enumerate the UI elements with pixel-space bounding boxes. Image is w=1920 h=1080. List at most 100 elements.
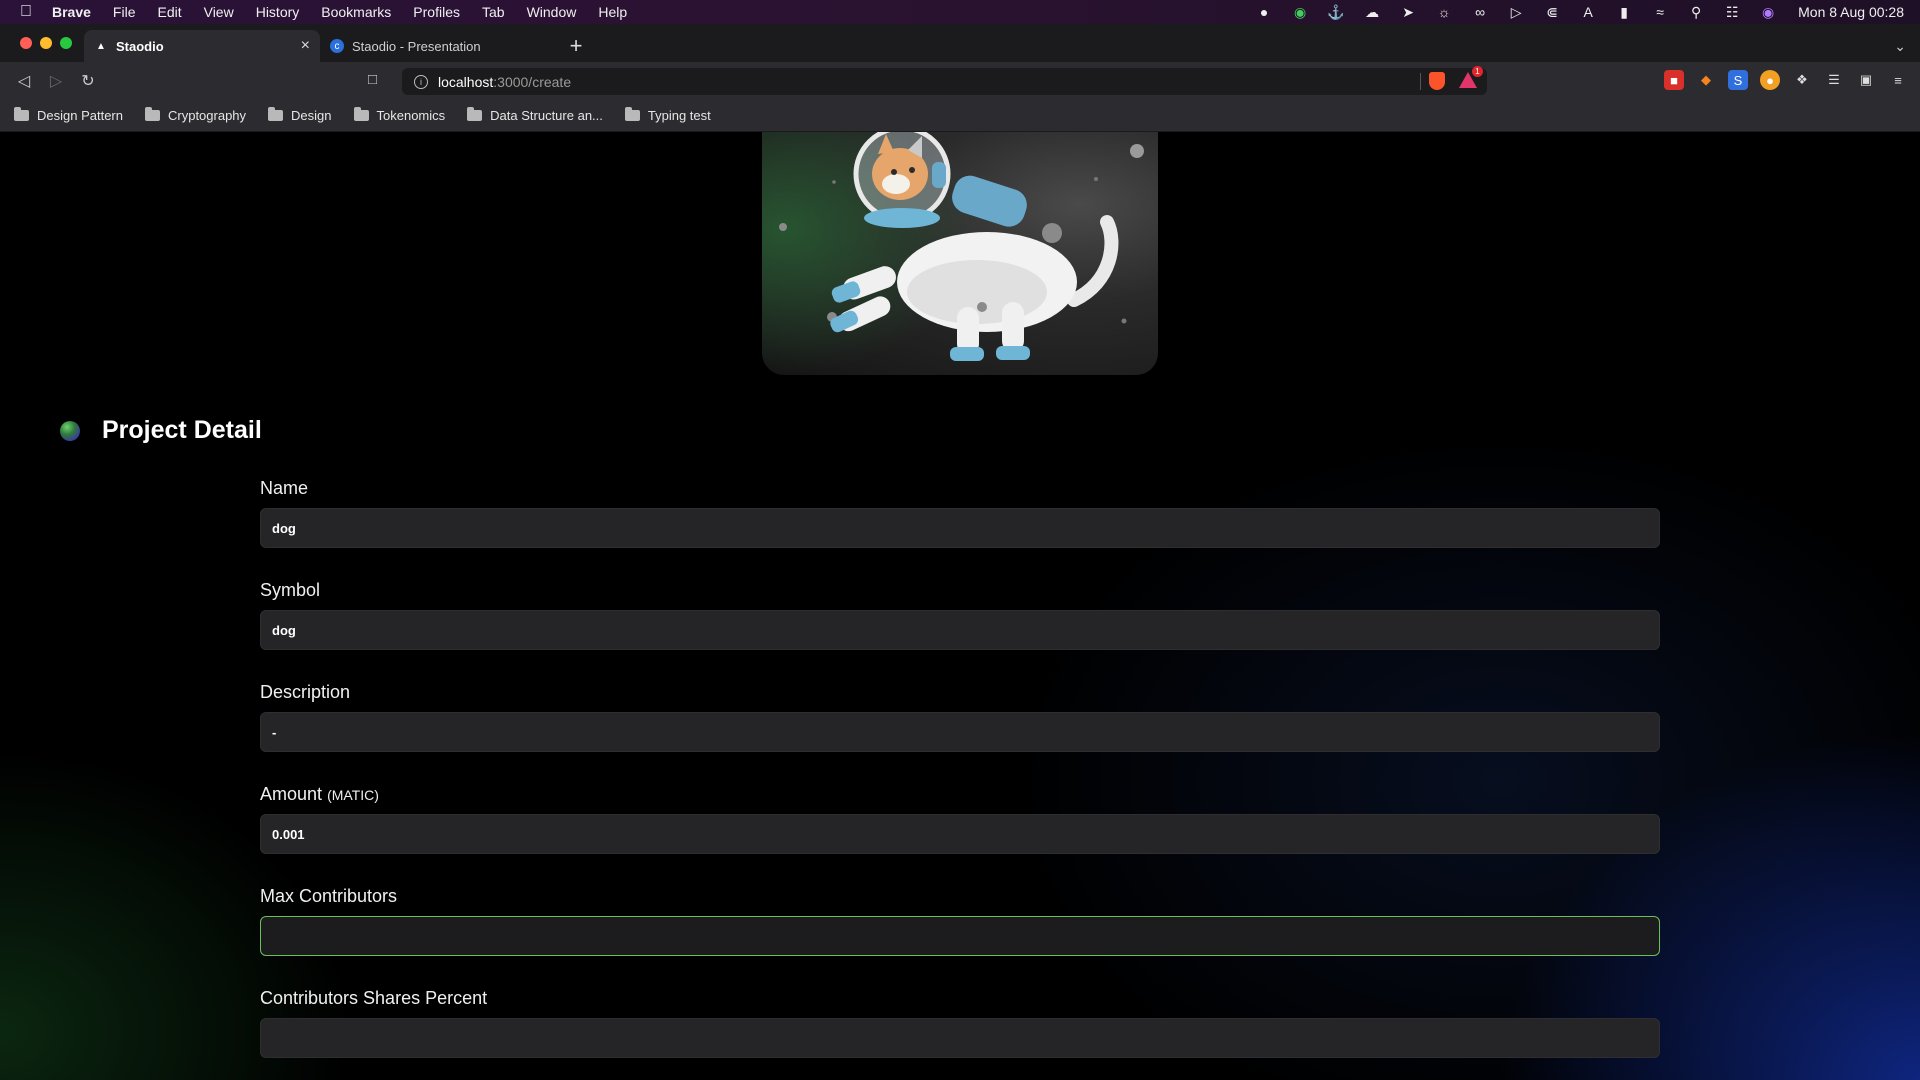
max-contributors-input[interactable] bbox=[260, 916, 1660, 956]
hero-image bbox=[762, 132, 1158, 375]
bookmark-folder[interactable]: Data Structure an... bbox=[467, 107, 603, 123]
airdrop-icon[interactable]: ⋐ bbox=[1534, 4, 1570, 21]
bookmark-folder[interactable]: Cryptography bbox=[145, 107, 247, 123]
url-host: localhost bbox=[438, 73, 494, 90]
contributors-shares-label: Contributors Shares Percent bbox=[260, 988, 488, 1008]
rewards-badge: 1 bbox=[1472, 66, 1483, 77]
page-title: Project Detail bbox=[102, 416, 262, 444]
extensions-area: ■ ◆ S ● ❖ ☰ ▣ ≡ bbox=[1664, 70, 1908, 90]
telegram-icon[interactable]: ➤ bbox=[1390, 4, 1426, 21]
section-header: Project Detail bbox=[60, 416, 262, 445]
folder-icon bbox=[467, 107, 483, 121]
bookmark-label: Design Pattern bbox=[37, 108, 123, 123]
amount-field-group: Amount (MATIC) bbox=[260, 784, 1660, 854]
menu-view[interactable]: View bbox=[193, 4, 245, 20]
window-controls bbox=[0, 24, 84, 62]
extensions-puzzle-icon[interactable]: ❖ bbox=[1792, 70, 1812, 90]
minimize-window-button[interactable] bbox=[40, 37, 52, 49]
name-input[interactable] bbox=[260, 508, 1660, 548]
folder-icon bbox=[624, 107, 640, 121]
bookmark-label: Typing test bbox=[647, 108, 711, 123]
name-field-group: Name bbox=[260, 478, 1660, 548]
triangle-favicon-icon: ▲ bbox=[96, 40, 106, 52]
menu-file[interactable]: File bbox=[102, 4, 147, 20]
bookmark-label: Design bbox=[291, 108, 332, 123]
address-bar[interactable]: i localhost:3000/create 1 bbox=[402, 66, 1487, 95]
docker-icon[interactable]: ⚓ bbox=[1318, 4, 1354, 21]
bookmark-folder[interactable]: Design bbox=[268, 107, 332, 123]
amount-input[interactable] bbox=[260, 814, 1660, 854]
input-source-icon[interactable]: A bbox=[1570, 4, 1606, 20]
page-content: Project Detail Name Symbol Description A… bbox=[0, 132, 1920, 1080]
astronaut-cat-illustration bbox=[779, 132, 1144, 361]
macos-menu-bar:  Brave File Edit View History Bookmarks… bbox=[0, 0, 1920, 24]
menu-tab[interactable]: Tab bbox=[471, 4, 516, 20]
play-icon[interactable]: ▷ bbox=[1498, 4, 1534, 21]
wifi-icon[interactable]: ≈ bbox=[1642, 4, 1678, 20]
browser-toolbar: ◁ ▷ ↻ □ i localhost:3000/create 1 ■ ◆ S … bbox=[0, 62, 1920, 100]
reload-icon[interactable]: ↻ bbox=[72, 71, 104, 91]
bookmark-label: Cryptography bbox=[168, 108, 247, 123]
status-icons: ● ◉ ⚓ ☁ ➤ ☼ ∞ ▷ ⋐ A ▮ ≈ ⚲ ☷ ◉ Mon 8 Aug … bbox=[1246, 4, 1920, 21]
bookmark-folder[interactable]: Tokenomics bbox=[353, 107, 446, 123]
site-info-icon[interactable]: i bbox=[414, 74, 428, 89]
apple-icon[interactable]:  bbox=[0, 3, 52, 21]
tab-title: Staodio bbox=[116, 38, 164, 54]
tab-staodio[interactable]: ▲ Staodio × bbox=[84, 30, 320, 62]
bookmark-label: Data Structure an... bbox=[490, 108, 603, 123]
spotlight-icon[interactable]: ⚲ bbox=[1678, 4, 1714, 21]
back-icon[interactable]: ◁ bbox=[8, 71, 40, 91]
creative-cloud-icon[interactable]: ∞ bbox=[1462, 4, 1498, 20]
line-app-icon[interactable]: ◉ bbox=[1282, 4, 1318, 21]
description-input[interactable] bbox=[260, 712, 1660, 752]
brightness-icon[interactable]: ☼ bbox=[1426, 4, 1462, 20]
menu-app-name[interactable]: Brave bbox=[52, 4, 102, 20]
address-divider bbox=[1420, 73, 1421, 90]
project-orb-icon bbox=[60, 420, 80, 441]
presentation-favicon-icon: c bbox=[330, 39, 344, 53]
tab-title: Staodio - Presentation bbox=[352, 38, 481, 54]
menu-history[interactable]: History bbox=[245, 4, 311, 20]
max-contributors-field-group: Max Contributors bbox=[260, 886, 1660, 956]
close-tab-icon[interactable]: × bbox=[301, 37, 310, 55]
description-field-group: Description bbox=[260, 682, 1660, 752]
playlist-icon[interactable]: ☰ bbox=[1824, 70, 1844, 90]
menu-bookmarks[interactable]: Bookmarks bbox=[310, 4, 402, 20]
bookmark-icon[interactable]: □ bbox=[368, 71, 377, 88]
siri-icon[interactable]: ◉ bbox=[1750, 4, 1786, 21]
menu-profiles[interactable]: Profiles bbox=[402, 4, 471, 20]
symbol-input[interactable] bbox=[260, 610, 1660, 650]
bookmark-folder[interactable]: Typing test bbox=[624, 107, 711, 123]
record-icon[interactable]: ● bbox=[1246, 4, 1282, 20]
hamburger-menu-icon[interactable]: ≡ bbox=[1888, 70, 1908, 90]
forward-icon[interactable]: ▷ bbox=[40, 71, 72, 91]
menu-clock[interactable]: Mon 8 Aug 00:28 bbox=[1786, 4, 1904, 20]
zoom-window-button[interactable] bbox=[60, 37, 72, 49]
description-label: Description bbox=[260, 682, 351, 702]
extension-red-icon[interactable]: ■ bbox=[1664, 70, 1684, 90]
amount-label: Amount (MATIC) bbox=[260, 784, 379, 804]
menu-help[interactable]: Help bbox=[587, 4, 638, 20]
metamask-icon[interactable]: ◆ bbox=[1696, 70, 1716, 90]
cloud-icon[interactable]: ☁ bbox=[1354, 4, 1390, 21]
new-tab-button[interactable]: + bbox=[556, 30, 596, 62]
close-window-button[interactable] bbox=[20, 37, 32, 49]
address-area: □ i localhost:3000/create 1 bbox=[368, 66, 1487, 95]
brave-shields-icon[interactable] bbox=[1429, 72, 1445, 90]
contributors-shares-field-group: Contributors Shares Percent bbox=[260, 988, 1660, 1058]
control-center-icon[interactable]: ☷ bbox=[1714, 4, 1750, 21]
bookmark-label: Tokenomics bbox=[376, 108, 446, 123]
tab-list-chevron-icon[interactable]: ⌄ bbox=[1894, 30, 1906, 62]
extension-coin-icon[interactable]: ● bbox=[1760, 70, 1780, 90]
symbol-label: Symbol bbox=[260, 580, 321, 600]
bookmarks-bar: Design Pattern Cryptography Design Token… bbox=[0, 100, 1920, 132]
menu-edit[interactable]: Edit bbox=[146, 4, 192, 20]
extension-s-icon[interactable]: S bbox=[1728, 70, 1748, 90]
contributors-shares-input[interactable] bbox=[260, 1018, 1660, 1058]
folder-icon bbox=[14, 107, 29, 121]
tab-staodio-presentation[interactable]: c Staodio - Presentation bbox=[320, 30, 556, 62]
bookmark-folder[interactable]: Design Pattern bbox=[14, 107, 123, 123]
menu-window[interactable]: Window bbox=[516, 4, 588, 20]
battery-icon[interactable]: ▮ bbox=[1606, 4, 1642, 21]
wallet-icon[interactable]: ▣ bbox=[1856, 70, 1876, 90]
